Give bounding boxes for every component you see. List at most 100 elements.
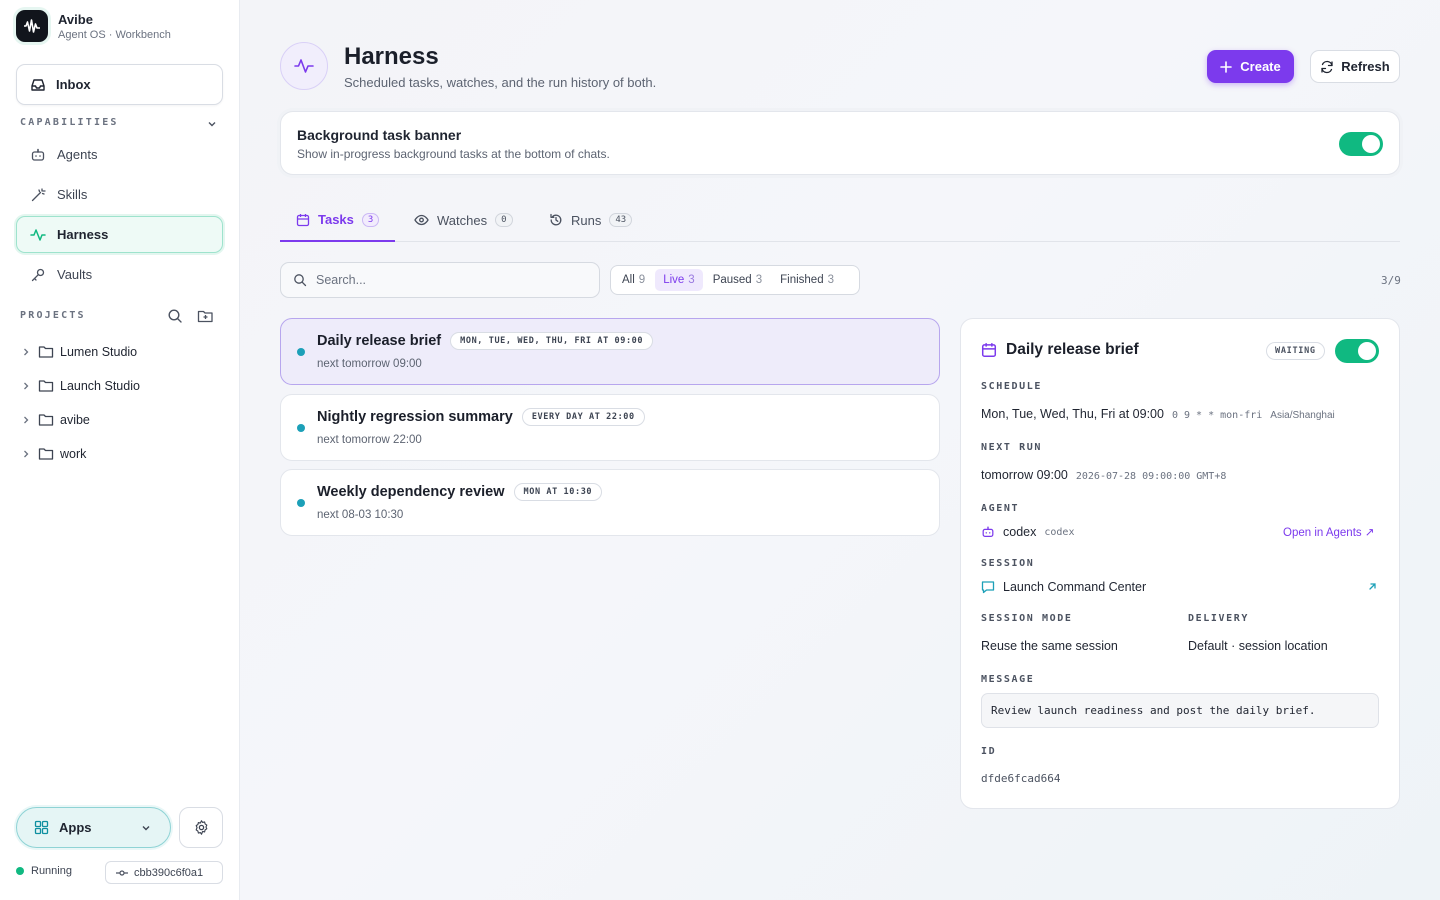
agent-label: AGENT — [981, 503, 1020, 514]
filter-all[interactable]: All 9 — [614, 269, 653, 291]
folder-icon — [38, 380, 54, 392]
session-name: Launch Command Center — [1003, 580, 1147, 594]
next-run-value: tomorrow 09:00 2026-07-28 09:00:00 GMT+8 — [981, 468, 1226, 482]
session-mode-value: Reuse the same session — [981, 639, 1118, 653]
status-label: Running — [31, 865, 72, 877]
plus-icon — [1220, 60, 1233, 73]
session-label: SESSION — [981, 558, 1035, 569]
apps-label: Apps — [59, 820, 92, 835]
harness-page-icon — [280, 42, 328, 90]
message-box: Review launch readiness and post the dai… — [981, 693, 1379, 728]
agent-value: codex codex — [981, 525, 1074, 539]
session-mode-label: SESSION MODE — [981, 613, 1073, 624]
inbox-button[interactable]: Inbox — [16, 64, 223, 105]
key-icon — [31, 268, 45, 281]
inbox-label: Inbox — [56, 77, 91, 92]
chevron-right-icon — [24, 348, 29, 356]
project-item[interactable]: avibe — [20, 408, 90, 432]
task-row[interactable]: Weekly dependency review MON AT 10:30 ne… — [280, 469, 940, 536]
chevron-right-icon — [24, 450, 29, 458]
filter-live[interactable]: Live 3 — [655, 269, 703, 291]
sidebar-item-vaults[interactable]: Vaults — [16, 256, 223, 293]
project-item[interactable]: Launch Studio — [20, 374, 140, 398]
sidebar-item-label: Skills — [57, 187, 88, 202]
apps-button[interactable]: Apps — [16, 807, 171, 848]
sidebar: Avibe Agent OS · Workbench Inbox CAPABIL… — [0, 0, 240, 900]
task-row[interactable]: Daily release brief MON, TUE, WED, THU, … — [280, 318, 940, 385]
refresh-label: Refresh — [1341, 59, 1390, 74]
status-dot — [16, 867, 24, 875]
brand[interactable]: Avibe Agent OS · Workbench — [16, 10, 171, 42]
task-title: Nightly regression summary — [317, 409, 513, 425]
task-row[interactable]: Nightly regression summary EVERY DAY AT … — [280, 394, 940, 461]
filter-finished[interactable]: Finished 3 — [772, 269, 842, 291]
search-input[interactable] — [316, 273, 576, 287]
search-box — [280, 262, 600, 298]
new-folder-icon[interactable] — [197, 308, 214, 324]
task-next-run: next tomorrow 22:00 — [317, 434, 422, 446]
sidebar-item-harness[interactable]: Harness — [16, 216, 223, 253]
server-status: Running — [16, 865, 72, 877]
settings-button[interactable] — [179, 807, 223, 848]
calendar-icon — [296, 213, 310, 226]
tab-runs[interactable]: Runs 43 — [549, 199, 633, 241]
create-label: Create — [1240, 59, 1281, 74]
filter-label: Paused — [712, 274, 752, 286]
task-next-run: next 08-03 10:30 — [317, 509, 404, 521]
filter-paused[interactable]: Paused 3 — [705, 269, 770, 291]
next-run-exact: 2026-07-28 09:00:00 GMT+8 — [1075, 471, 1227, 482]
schedule-badge: MON, TUE, WED, THU, FRI AT 09:00 — [450, 332, 654, 350]
search-icon[interactable] — [167, 308, 183, 324]
filter-count: 9 — [638, 274, 646, 286]
capabilities-label: CAPABILITIES — [20, 117, 119, 128]
gear-icon — [195, 820, 207, 835]
filter-count: 3 — [688, 274, 695, 286]
commit-icon — [116, 869, 128, 876]
project-item[interactable]: work — [20, 442, 86, 466]
brand-subtitle: Agent OS · Workbench — [58, 28, 171, 41]
refresh-icon — [1321, 60, 1333, 73]
tab-count: 43 — [609, 213, 633, 227]
pulse-icon — [294, 59, 314, 73]
chevron-down-icon[interactable] — [206, 118, 218, 130]
sidebar-item-skills[interactable]: Skills — [16, 176, 223, 213]
agent-name: codex — [1003, 525, 1037, 539]
page-subtitle: Scheduled tasks, watches, and the run hi… — [344, 75, 657, 90]
main-content: Harness Scheduled tasks, watches, and th… — [240, 0, 1440, 900]
commit-badge[interactable]: cbb390c6f0a1 — [105, 861, 223, 884]
tab-watches[interactable]: Watches 0 — [414, 199, 513, 241]
tab-bar: Tasks 3 Watches 0 Runs 43 — [280, 199, 1400, 242]
project-label: work — [60, 447, 87, 461]
filter-label: Live — [663, 274, 685, 286]
task-detail-panel: Daily release brief WAITING SCHEDULE Mon… — [960, 318, 1400, 809]
schedule-badge: EVERY DAY AT 22:00 — [521, 408, 645, 426]
brand-name: Avibe — [58, 11, 93, 27]
project-label: Launch Studio — [60, 379, 140, 393]
project-label: Lumen Studio — [60, 345, 138, 359]
wand-icon — [31, 187, 46, 201]
inbox-icon — [31, 78, 45, 91]
chevron-right-icon — [24, 416, 29, 424]
tab-tasks[interactable]: Tasks 3 — [280, 199, 396, 242]
schedule-text: Mon, Tue, Wed, Thu, Fri at 09:00 — [981, 407, 1164, 421]
sidebar-item-agents[interactable]: Agents — [16, 136, 223, 173]
banner-description: Show in-progress background tasks at the… — [297, 147, 610, 161]
task-status-dot — [297, 424, 305, 432]
page-title: Harness — [344, 43, 439, 70]
status-badge: WAITING — [1266, 342, 1325, 360]
project-label: avibe — [60, 413, 90, 427]
task-id: dfde6fcad664 — [981, 772, 1061, 785]
open-in-agents-link[interactable]: Open in Agents ↗ — [1283, 525, 1374, 539]
sidebar-item-label: Harness — [57, 227, 109, 242]
grid-icon — [34, 820, 49, 835]
task-enabled-toggle[interactable] — [1335, 339, 1379, 363]
chat-icon — [981, 581, 995, 594]
create-button[interactable]: Create — [1207, 50, 1294, 83]
external-link-icon[interactable] — [1367, 581, 1378, 592]
project-item[interactable]: Lumen Studio — [20, 340, 137, 364]
banner-toggle[interactable] — [1339, 132, 1383, 156]
cron-expression: 0 9 * * mon-fri — [1171, 410, 1263, 421]
refresh-button[interactable]: Refresh — [1310, 50, 1400, 83]
delivery-label: DELIVERY — [1188, 613, 1249, 624]
timezone: Asia/Shanghai — [1270, 410, 1335, 421]
